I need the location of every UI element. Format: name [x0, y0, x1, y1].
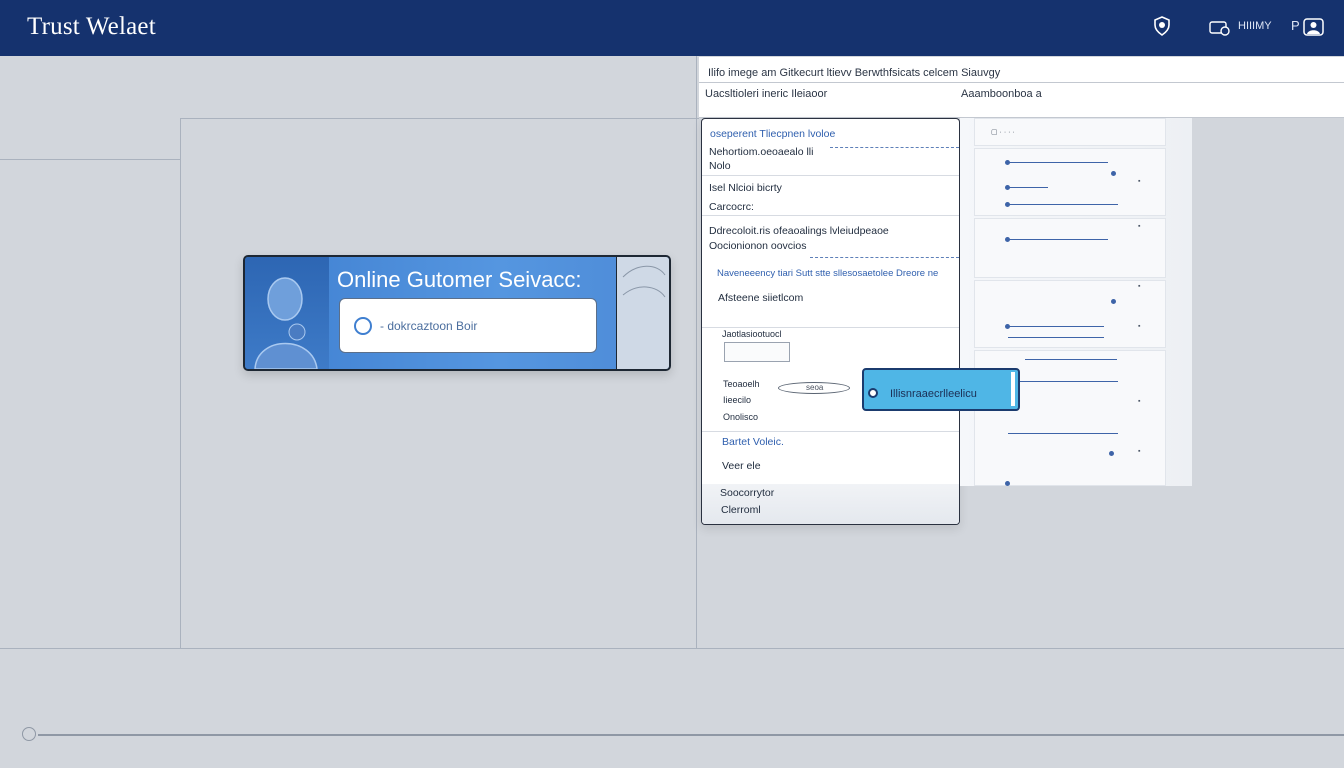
form-label: Veer ele — [722, 460, 761, 472]
slider-tick: ▪ — [1138, 223, 1141, 230]
highlighted-action-button[interactable]: Illisnraaecrlleelicu — [862, 368, 1020, 411]
slider-column: ▢ · · · · ▪ ▪ ▪ ▪ ▪ ▪ — [960, 118, 1192, 486]
decorative-sketch-icon — [622, 265, 666, 298]
card-icon[interactable] — [1209, 20, 1231, 41]
shield-icon[interactable] — [1153, 16, 1171, 41]
form-label: Nehortiom.oeoaealo lli — [709, 146, 814, 158]
slider-track[interactable] — [1008, 187, 1048, 188]
form-separator — [702, 327, 959, 328]
slider-track[interactable] — [1008, 162, 1108, 163]
form-footer: Soocorrytor Clerroml — [702, 484, 959, 524]
form-input-box[interactable] — [724, 342, 790, 362]
slider-tick: ▪ — [1138, 283, 1141, 290]
divider-line — [0, 648, 1344, 649]
form-label: Oocionionon oovcios — [709, 240, 807, 252]
detail-header: Ilifo imege am Gitkecurt ltievv Berwthfs… — [699, 57, 1344, 118]
form-link[interactable]: Naveneeency tiari Sutt stte sllesosaetol… — [717, 268, 938, 279]
form-dash-line — [810, 257, 959, 259]
form-link[interactable]: oseperent Tliecpnen lvoloe — [710, 128, 835, 140]
slider-knob[interactable] — [1109, 451, 1114, 456]
scrubber-track[interactable] — [38, 734, 1344, 736]
scrubber-knob[interactable] — [22, 727, 36, 741]
form-label: Iieecilo — [723, 395, 752, 405]
radio-icon — [868, 388, 878, 398]
slider-knob[interactable] — [1111, 299, 1116, 304]
slider-track[interactable] — [1008, 381, 1118, 382]
slider-tick: ▪ — [1138, 323, 1141, 330]
widget-side-panel — [616, 257, 669, 369]
divider-line — [0, 159, 180, 160]
form-separator — [702, 175, 959, 176]
oval-label: seoa — [806, 383, 824, 392]
slider-knob[interactable] — [1111, 171, 1116, 176]
agent-avatar — [245, 257, 329, 369]
form-link[interactable]: Bartet Voleic. — [722, 436, 784, 448]
form-label: Afsteene siietlcom — [718, 292, 804, 304]
header-divider — [699, 82, 1344, 83]
top-bar: Trust Welaet HIIIMY P — [0, 0, 1344, 56]
form-label: Clerroml — [721, 504, 761, 516]
profile-letter: P — [1291, 18, 1300, 33]
action-button-label: Illisnraaecrlleelicu — [890, 388, 977, 400]
slider-card: ▢ · · · · — [974, 118, 1166, 146]
header-row-left: Uacsltioleri ineric Ileiaoor — [705, 88, 828, 100]
slider-track[interactable] — [1008, 433, 1118, 434]
form-label: Jaotlasiootuocl — [722, 329, 782, 339]
form-label: Onolisco — [723, 412, 759, 422]
chat-field-label: - dokrcaztoon Boir — [380, 319, 478, 333]
form-separator — [702, 431, 959, 432]
slider-tick: ▪ — [1138, 398, 1141, 405]
form-label: Teoaoelh — [723, 379, 760, 389]
form-label: Nolo — [709, 160, 731, 172]
slider-card[interactable] — [974, 280, 1166, 348]
form-label: Soocorrytor — [720, 487, 775, 499]
form-label: Carcocrc: — [709, 201, 754, 213]
slider-tick: ▪ — [1138, 178, 1141, 185]
form-dash-line — [830, 147, 959, 149]
nav-text[interactable]: HIIIMY — [1238, 20, 1272, 32]
slider-tick: ▪ — [1138, 448, 1141, 455]
divider-line — [696, 56, 697, 648]
brand-logo-text[interactable]: Trust Welaet — [27, 13, 156, 41]
divider-line — [180, 118, 181, 648]
form-panel: oseperent Tliecpnen lvoloe Nehortiom.oeo… — [701, 118, 960, 525]
customer-service-widget[interactable]: Online Gutomer Seivacc: - dokrcaztoon Bo… — [243, 255, 671, 371]
divider-line — [180, 118, 699, 119]
radio-icon[interactable] — [354, 317, 372, 335]
button-end-cap — [1011, 372, 1015, 406]
form-label: Isel Nlcioi bicrty — [709, 182, 782, 194]
widget-title: Online Gutomer Seivacc: — [337, 267, 582, 292]
slider-track[interactable] — [1008, 239, 1108, 240]
slider-track[interactable] — [1025, 359, 1117, 360]
slider-track[interactable] — [1008, 204, 1118, 205]
slider-knob[interactable] — [1005, 481, 1010, 486]
form-label: Ddrecoloit.ris ofeaoalings lvleiudpeaoe — [709, 225, 889, 237]
slider-mini-label: ▢ · · · · — [991, 129, 1015, 136]
slider-track[interactable] — [1008, 337, 1104, 338]
chat-start-field[interactable]: - dokrcaztoon Boir — [339, 298, 597, 353]
profile-badge-icon[interactable] — [1303, 18, 1324, 41]
slider-track[interactable] — [1008, 326, 1104, 327]
header-row-text: Ilifo imege am Gitkecurt ltievv Berwthfs… — [708, 67, 1001, 79]
header-row-right: Aaamboonboa a — [961, 88, 1042, 100]
form-separator — [702, 215, 959, 216]
